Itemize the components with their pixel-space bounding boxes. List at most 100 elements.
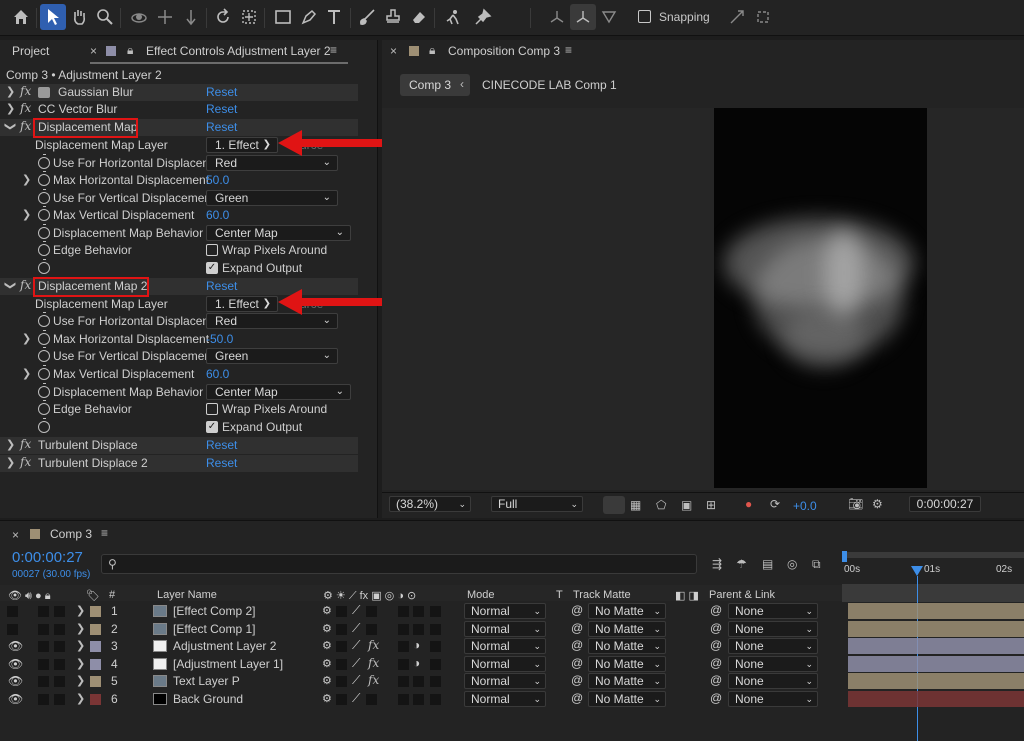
eye-icon[interactable]: 👁︎: [8, 674, 23, 688]
switch-box[interactable]: [398, 658, 409, 670]
color-channels-icon[interactable]: ●: [745, 497, 752, 511]
fx-icon[interactable]: fx: [20, 101, 31, 115]
wrap-pixels-checkbox[interactable]: [206, 403, 218, 415]
pen-tool-icon[interactable]: [296, 4, 322, 30]
close-icon[interactable]: ×: [390, 44, 397, 58]
pick-whip-icon[interactable]: @: [571, 603, 583, 617]
panel-menu-icon[interactable]: ≡: [101, 526, 108, 540]
solo-toggle[interactable]: [38, 676, 49, 688]
label-color-swatch[interactable]: [90, 658, 101, 670]
table-row[interactable]: 👁︎ ❯ 3 Adjustment Layer 2 ⚙ ⟋ fx ◑ Normal ⌄ @ No Ma…: [0, 638, 842, 655]
layer-name[interactable]: Back Ground: [173, 692, 243, 706]
local-axis-icon[interactable]: [544, 4, 570, 30]
wrap-pixels-checkbox[interactable]: [206, 244, 218, 256]
zoom-tool-icon[interactable]: [92, 4, 118, 30]
reset-link[interactable]: Reset: [206, 102, 237, 116]
snapping-checkbox[interactable]: [638, 10, 651, 23]
param-value[interactable]: 50.0: [206, 173, 229, 187]
effect-row-turbulent-displace-2[interactable]: ❯ fx Turbulent Displace 2 Reset: [0, 455, 358, 472]
eye-icon[interactable]: 👁︎: [8, 657, 23, 671]
layer-duration-bar[interactable]: [848, 620, 1024, 637]
rectangle-tool-icon[interactable]: [270, 4, 296, 30]
rotation-tool-icon[interactable]: [210, 4, 236, 30]
puppet-pin-icon[interactable]: [470, 4, 496, 30]
parent-dropdown[interactable]: None ⌄: [728, 638, 818, 655]
label-color-swatch[interactable]: [90, 606, 101, 617]
transparency-grid-icon[interactable]: ▦: [630, 498, 641, 512]
table-row[interactable]: ❯ 2 [Effect Comp 1] ⚙ ⟋ Normal ⌄ @ No Matte ⌄ @ Non…: [0, 620, 842, 638]
quality-icon[interactable]: ⟋: [352, 656, 360, 671]
vertical-channel-dropdown[interactable]: Green ⌄: [206, 348, 338, 364]
close-icon[interactable]: ×: [12, 528, 19, 542]
switch-box[interactable]: [336, 606, 347, 617]
pick-whip-icon[interactable]: @: [571, 673, 583, 687]
chevron-right-icon[interactable]: ❯: [22, 173, 31, 186]
switch-box[interactable]: [413, 623, 424, 635]
horizontal-channel-dropdown[interactable]: Red ⌄: [206, 313, 338, 329]
draft-3d-icon[interactable]: ⇶: [712, 557, 722, 571]
switch-box[interactable]: [413, 694, 424, 705]
map-behavior-dropdown[interactable]: Center Map ⌄: [206, 384, 351, 400]
fx-icon[interactable]: fx: [368, 638, 379, 652]
layer-name[interactable]: Adjustment Layer 2: [173, 639, 276, 653]
switch-box[interactable]: [336, 658, 347, 670]
switch-box[interactable]: [398, 623, 409, 635]
parent-dropdown[interactable]: None ⌄: [728, 691, 818, 707]
effect-row-turbulent-displace[interactable]: ❯ fx Turbulent Displace Reset: [0, 437, 358, 454]
pick-whip-icon[interactable]: @: [571, 691, 583, 705]
stopwatch-icon[interactable]: [38, 400, 50, 415]
label-color-swatch[interactable]: [90, 623, 101, 635]
fx-icon[interactable]: fx: [368, 673, 379, 687]
shy-icon[interactable]: ⚙: [322, 604, 332, 617]
clone-stamp-icon[interactable]: [380, 4, 406, 30]
fx-icon[interactable]: fx: [20, 455, 31, 469]
track-matte-dropdown[interactable]: No Matte ⌄: [588, 603, 666, 619]
home-icon[interactable]: [8, 4, 34, 30]
chevron-right-icon[interactable]: ❯: [76, 604, 85, 617]
fx-icon[interactable]: fx: [20, 437, 31, 451]
shy-icon[interactable]: ⚙: [322, 622, 332, 635]
frame-blending-icon[interactable]: ▤: [762, 557, 773, 571]
chevron-right-icon[interactable]: ❯: [6, 102, 15, 115]
stopwatch-icon[interactable]: [38, 383, 50, 398]
expand-output-checkbox[interactable]: ✓: [206, 421, 218, 433]
quality-icon[interactable]: ⟋: [352, 638, 360, 653]
pick-whip-icon[interactable]: @: [710, 691, 722, 705]
table-row[interactable]: 👁︎ ❯ 6 Back Ground ⚙ ⟋ Normal ⌄ @ No Matte ⌄ @ None ⌄: [0, 691, 842, 708]
shy-icon[interactable]: ⚙: [322, 639, 332, 652]
fast-preview-icon[interactable]: [603, 496, 625, 514]
quality-icon[interactable]: ⟋: [352, 691, 360, 706]
switch-box[interactable]: [336, 623, 347, 635]
layer-duration-bar[interactable]: [848, 655, 1024, 672]
pick-whip-icon[interactable]: @: [710, 621, 722, 635]
table-row[interactable]: 👁︎ ❯ 4 [Adjustment Layer 1] ⚙ ⟋ fx ◑ Normal ⌄ @ No …: [0, 655, 842, 673]
horizontal-channel-dropdown[interactable]: Red ⌄: [206, 155, 338, 171]
stopwatch-icon[interactable]: [38, 330, 50, 345]
chevron-right-icon[interactable]: ❯: [76, 657, 85, 670]
pick-whip-icon[interactable]: @: [710, 673, 722, 687]
reset-link[interactable]: Reset: [206, 279, 237, 293]
eye-icon[interactable]: 👁︎: [8, 639, 23, 653]
snapshot-icon[interactable]: 📷︎: [848, 497, 863, 511]
graph-editor-icon[interactable]: ⧉: [812, 557, 821, 572]
solo-toggle[interactable]: [38, 606, 49, 617]
world-axis-icon[interactable]: [570, 4, 596, 30]
parent-dropdown[interactable]: None ⌄: [728, 620, 818, 637]
breadcrumb-comp3[interactable]: Comp 3 ‹: [400, 74, 470, 96]
stopwatch-icon[interactable]: [38, 347, 50, 362]
switch-box[interactable]: [398, 641, 409, 653]
chevron-right-icon[interactable]: ❯: [76, 622, 85, 635]
mode-dropdown[interactable]: Normal ⌄: [464, 620, 546, 637]
layer-name[interactable]: [Adjustment Layer 1]: [173, 657, 283, 671]
mask-path-icon[interactable]: ⬠: [656, 498, 666, 512]
switch-box[interactable]: [430, 658, 441, 670]
param-value[interactable]: 60.0: [206, 208, 229, 222]
chevron-right-icon[interactable]: ❯: [22, 367, 31, 380]
snap-target-icon[interactable]: [750, 4, 776, 30]
composition-viewer[interactable]: [382, 108, 1024, 490]
map-behavior-dropdown[interactable]: Center Map ⌄: [206, 225, 351, 241]
switch-box[interactable]: [430, 694, 441, 705]
work-area-bar[interactable]: [844, 552, 1024, 558]
pick-whip-icon[interactable]: @: [710, 638, 722, 652]
tab-timeline[interactable]: Comp 3: [50, 527, 92, 541]
